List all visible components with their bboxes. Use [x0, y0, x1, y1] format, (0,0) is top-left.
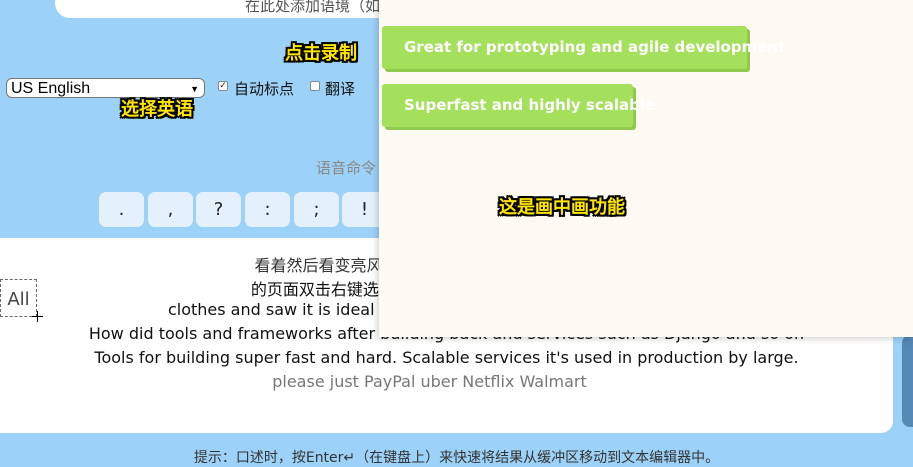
context-input[interactable]: 在此处添加语境（如说 — [55, 0, 435, 18]
editor-line: Tools for building super fast and hard. … — [94, 348, 799, 367]
punct-question-button[interactable]: ? — [196, 192, 241, 227]
hint-text: 提示：口述时，按Enter↵（在键盘上）来快速将结果从缓冲区移动到文本编辑器中。 — [193, 450, 720, 466]
auto-punct-label: 自动标点 — [234, 80, 295, 98]
callout-record: 点击录制 — [285, 43, 357, 64]
pip-button-prototyping[interactable]: Great for prototyping and agile developm… — [382, 26, 785, 69]
punct-semicolon-button[interactable]: ; — [294, 192, 339, 227]
pip-button-scalable[interactable]: Superfast and highly scalable — [382, 84, 655, 127]
punct-period-button[interactable]: . — [99, 192, 144, 227]
crosshair-cursor-icon — [32, 311, 43, 322]
auto-punct-checkbox[interactable]: ✓ — [218, 81, 228, 91]
editor-line: please just PayPal uber Netflix Walmart — [272, 372, 587, 391]
language-select-value: US English — [11, 80, 91, 97]
pip-window[interactable]: Great for prototyping and agile developm… — [379, 0, 913, 337]
punct-colon-button[interactable]: : — [245, 192, 290, 227]
scrollbar-thumb[interactable] — [902, 335, 913, 427]
translate-label: 翻译 — [325, 80, 356, 98]
callout-select-english: 选择英语 — [121, 99, 193, 120]
callout-pip: 这是画中画功能 — [499, 197, 625, 218]
context-input-placeholder: 在此处添加语境（如说 — [244, 0, 395, 15]
translate-checkbox[interactable] — [310, 81, 320, 91]
punct-comma-button[interactable]: , — [148, 192, 193, 227]
voice-command-label: 语音命令 — [316, 159, 377, 177]
